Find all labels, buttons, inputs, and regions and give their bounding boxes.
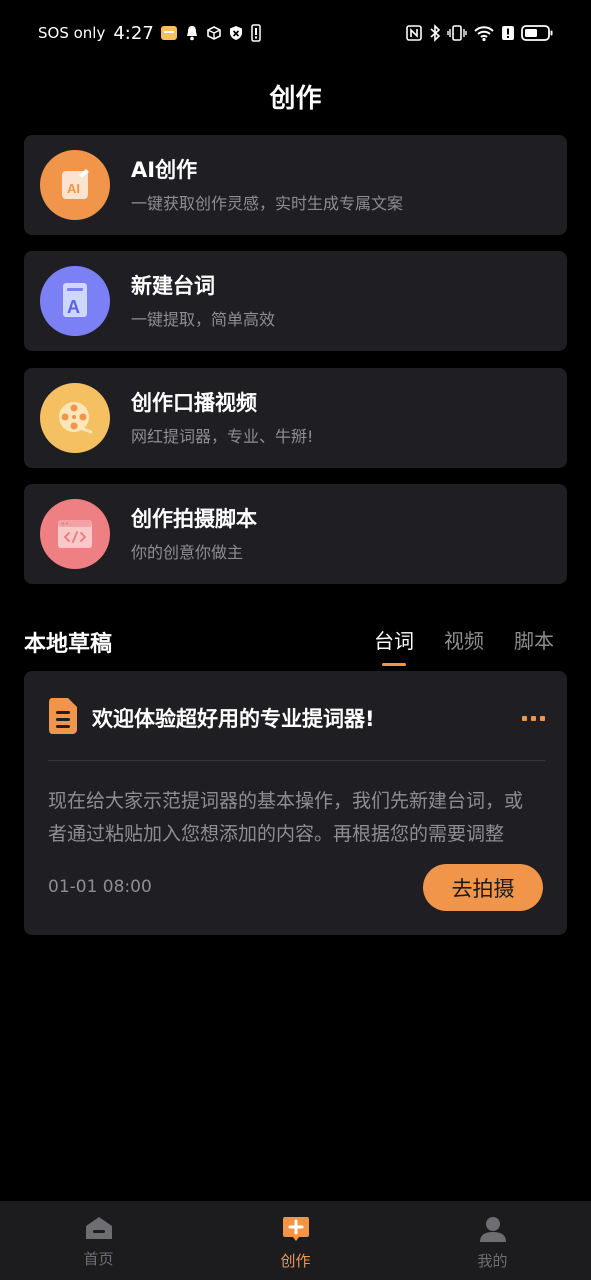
drafts-header: 本地草稿 台词 视频 脚本 [24, 620, 554, 664]
bell-icon [184, 25, 200, 41]
card-text: 创作拍摄脚本 你的创意你做主 [131, 505, 257, 563]
card-subtitle: 一键提取，简单高效 [131, 310, 276, 329]
divider [48, 760, 545, 761]
nav-label-profile: 我的 [477, 1252, 508, 1270]
card-title: 创作口播视频 [131, 391, 257, 415]
document-icon [48, 697, 78, 739]
page-title: 创作 [269, 84, 322, 114]
sim-icon [250, 24, 262, 42]
draft-card[interactable]: 欢迎体验超好用的专业提词器! 现在给大家示范提词器的基本操作，我们先新建台词，或… [24, 671, 567, 935]
new-script-card[interactable]: A 新建台词 一键提取，简单高效 [24, 251, 567, 351]
vibrate-icon [447, 24, 467, 42]
alert-icon [501, 24, 515, 42]
nav-item-create[interactable]: 创作 [197, 1201, 394, 1280]
drafts-tabs: 台词 视频 脚本 [374, 625, 554, 660]
battery-icon [521, 24, 553, 42]
more-dot [540, 715, 545, 721]
tab-script[interactable]: 脚本 [514, 625, 554, 660]
status-right [405, 24, 553, 42]
nfc-icon [405, 24, 423, 42]
wifi-icon [473, 24, 495, 42]
status-bar: SOS only 4:27 [0, 0, 591, 66]
tab-lines[interactable]: 台词 [374, 625, 414, 660]
card-title: AI创作 [131, 158, 198, 182]
more-options-button[interactable] [520, 710, 547, 727]
card-subtitle: 你的创意你做主 [131, 543, 244, 562]
nav-label-home: 首页 [83, 1250, 114, 1268]
go-shoot-button[interactable]: 去拍摄 [423, 864, 543, 911]
draft-head: 欢迎体验超好用的专业提词器! [48, 697, 547, 739]
card-title: 创作拍摄脚本 [131, 507, 257, 531]
film-reel-icon [40, 383, 110, 453]
card-text: AI创作 一键获取创作灵感，实时生成专属文案 [131, 156, 403, 214]
document-a-icon: A [40, 266, 110, 336]
svg-text:A: A [67, 297, 80, 317]
status-carrier: SOS only [38, 24, 106, 42]
status-left: SOS only 4:27 [38, 23, 262, 44]
bluetooth-icon [429, 24, 441, 42]
more-dot [531, 715, 536, 721]
vpn-icon [228, 25, 244, 41]
tab-video[interactable]: 视频 [444, 625, 484, 660]
code-window-icon [40, 499, 110, 569]
box-icon [206, 25, 222, 41]
profile-icon [478, 1215, 508, 1247]
ai-create-card[interactable]: AI AI创作 一键获取创作灵感，实时生成专属文案 [24, 135, 567, 235]
home-icon [84, 1215, 114, 1245]
nav-item-home[interactable]: 首页 [0, 1201, 197, 1280]
app-notification-icon [160, 25, 178, 41]
ai-write-icon: AI [40, 150, 110, 220]
draft-date: 01-01 08:00 [48, 877, 152, 897]
card-text: 创作口播视频 网红提词器，专业、牛掰! [131, 389, 313, 447]
nav-item-profile[interactable]: 我的 [394, 1201, 591, 1280]
shoot-script-card[interactable]: 创作拍摄脚本 你的创意你做主 [24, 484, 567, 584]
card-subtitle: 一键获取创作灵感，实时生成专属文案 [131, 194, 404, 213]
more-dot [522, 715, 527, 721]
status-time: 4:27 [113, 22, 154, 44]
card-subtitle: 网红提词器，专业、牛掰! [131, 427, 314, 446]
svg-text:AI: AI [67, 181, 80, 196]
drafts-title: 本地草稿 [24, 632, 113, 657]
draft-title: 欢迎体验超好用的专业提词器! [92, 707, 375, 731]
card-title: 新建台词 [131, 274, 215, 298]
create-plus-icon [281, 1215, 311, 1247]
talking-video-card[interactable]: 创作口播视频 网红提词器，专业、牛掰! [24, 368, 567, 468]
bottom-nav: 首页 创作 我的 [0, 1201, 591, 1280]
card-text: 新建台词 一键提取，简单高效 [131, 272, 275, 330]
nav-label-create: 创作 [280, 1252, 311, 1270]
draft-body: 现在给大家示范提词器的基本操作，我们先新建台词，或者通过粘贴加入您想添加的内容。… [48, 790, 524, 845]
